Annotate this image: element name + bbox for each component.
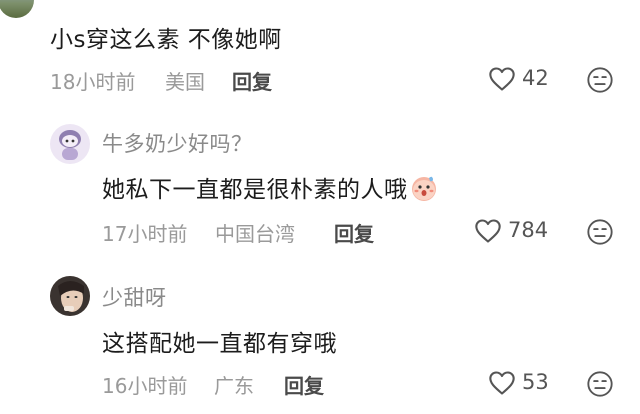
comment-time: 17小时前 xyxy=(102,222,188,246)
heart-outline-icon[interactable] xyxy=(488,66,516,92)
reply-button[interactable]: 回复 xyxy=(334,218,374,247)
meh-face-icon[interactable] xyxy=(586,218,614,246)
comment-time: 16小时前 xyxy=(102,374,188,398)
comment-text: 这搭配她一直都有穿哦 xyxy=(102,331,337,357)
like-count: 42 xyxy=(522,66,549,90)
comment-text-content: 她私下一直都是很朴素的人哦 xyxy=(102,177,408,203)
comment-location: 广东 xyxy=(214,374,254,398)
meh-face-icon[interactable] xyxy=(586,370,614,398)
avatar[interactable] xyxy=(50,276,90,316)
avatar[interactable] xyxy=(50,124,90,164)
reply-button[interactable]: 回复 xyxy=(284,370,324,399)
comment-location: 美国 xyxy=(165,70,205,94)
like-count: 53 xyxy=(522,370,549,394)
comment-time: 18小时前 xyxy=(50,70,136,94)
comment-text: 她私下一直都是很朴素的人哦 xyxy=(102,170,438,204)
username[interactable]: 少甜呀 xyxy=(102,282,167,312)
heart-outline-icon[interactable] xyxy=(474,218,502,244)
surprised-face-emoji xyxy=(411,176,436,201)
comment-location: 中国台湾 xyxy=(215,222,295,246)
heart-outline-icon[interactable] xyxy=(488,370,516,396)
avatar-image xyxy=(59,130,81,160)
avatar[interactable] xyxy=(0,0,34,18)
reply-button[interactable]: 回复 xyxy=(232,66,272,95)
avatar-image xyxy=(50,276,90,316)
like-count: 784 xyxy=(508,218,549,242)
username[interactable]: 牛多奶少好吗？ xyxy=(102,128,253,158)
meh-face-icon[interactable] xyxy=(586,66,614,94)
comment-text: 小s穿这么素 不像她啊 xyxy=(50,27,282,53)
